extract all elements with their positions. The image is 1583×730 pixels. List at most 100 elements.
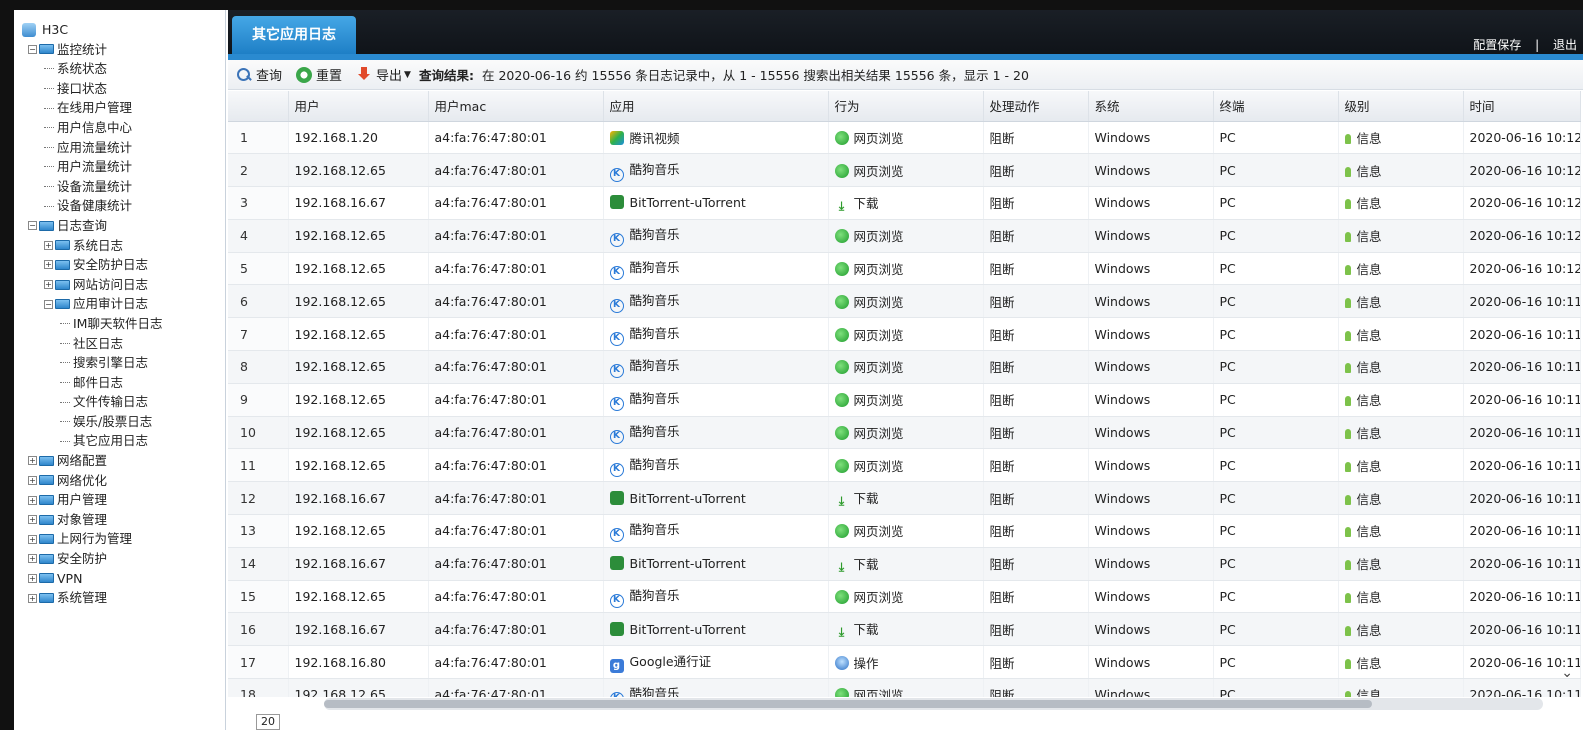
column-header[interactable]: 应用 xyxy=(603,91,829,122)
device-icon xyxy=(22,22,36,37)
sidebar-item[interactable]: + 系统日志 xyxy=(22,236,225,256)
sidebar-item[interactable]: 搜索引擎日志 xyxy=(22,353,225,373)
user-mac-cell: a4:fa:76:47:80:01 xyxy=(428,580,604,614)
expand-toggle-icon[interactable]: − xyxy=(28,221,37,231)
column-header[interactable]: 系统 xyxy=(1088,91,1214,122)
save-config-link[interactable]: 配置保存 xyxy=(1473,38,1521,52)
sidebar-item[interactable]: − 监控统计 xyxy=(22,40,225,60)
user-mac-text: a4:fa:76:47:80:01 xyxy=(434,326,547,342)
sidebar-item[interactable]: 设备流量统计 xyxy=(22,177,225,197)
table-row[interactable]: 18 192.168.12.65 a4:fa:76:47:80:01 K 酷狗音乐 网页浏… xyxy=(228,678,1581,697)
terminal-text: PC xyxy=(1219,457,1236,473)
export-button[interactable]: 导出 xyxy=(356,65,402,84)
column-header[interactable]: 级别 xyxy=(1338,91,1464,122)
sidebar-item[interactable]: + VPN xyxy=(22,569,225,589)
terminal-cell: PC xyxy=(1213,350,1339,384)
sidebar-item[interactable]: + 系统管理 xyxy=(22,588,225,608)
table-row[interactable]: 7 192.168.12.65 a4:fa:76:47:80:01 K 酷狗音乐 网页浏览… xyxy=(228,317,1581,352)
sidebar-item[interactable]: 社区日志 xyxy=(22,334,225,354)
scroll-down-icon[interactable]: ⌄ xyxy=(1561,665,1573,681)
app-cell: K 酷狗音乐 xyxy=(603,153,829,188)
sidebar-item[interactable]: + 安全防护日志 xyxy=(22,255,225,275)
column-header[interactable] xyxy=(228,91,289,122)
table-row[interactable]: 17 192.168.16.80 a4:fa:76:47:80:01 g Google通… xyxy=(228,645,1581,680)
column-header[interactable]: 用户 xyxy=(288,91,429,122)
sidebar-item[interactable]: + 上网行为管理 xyxy=(22,529,225,549)
sidebar-item[interactable]: + 对象管理 xyxy=(22,510,225,530)
expand-toggle-icon[interactable]: − xyxy=(44,299,53,309)
table-row[interactable]: 6 192.168.12.65 a4:fa:76:47:80:01 K 酷狗音乐 网页浏览… xyxy=(228,284,1581,319)
sidebar-item[interactable]: 设备健康统计 xyxy=(22,196,225,216)
row-number-text: 4 xyxy=(240,228,248,244)
sidebar-item[interactable]: + 网络配置 xyxy=(22,451,225,471)
table-row[interactable]: 14 192.168.16.67 a4:fa:76:47:80:01 BitTorre… xyxy=(228,547,1581,581)
expand-toggle-icon[interactable]: + xyxy=(28,456,37,466)
table-row[interactable]: 10 192.168.12.65 a4:fa:76:47:80:01 K 酷狗音乐 网页浏… xyxy=(228,416,1581,450)
expand-toggle-icon[interactable]: + xyxy=(28,534,37,544)
sidebar-item[interactable]: 其它应用日志 xyxy=(22,431,225,451)
table-row[interactable]: 12 192.168.16.67 a4:fa:76:47:80:01 BitTorre… xyxy=(228,481,1581,516)
tree-root[interactable]: H3C xyxy=(22,20,225,40)
sidebar-item[interactable]: 文件传输日志 xyxy=(22,392,225,412)
column-header[interactable]: 处理动作 xyxy=(983,91,1089,122)
table-row[interactable]: 5 192.168.12.65 a4:fa:76:47:80:01 K 酷狗音乐 网页浏览… xyxy=(228,252,1581,286)
user-text: 192.168.12.65 xyxy=(294,293,386,309)
sidebar-item[interactable]: 接口状态 xyxy=(22,79,225,99)
table-row[interactable]: 11 192.168.12.65 a4:fa:76:47:80:01 K 酷狗音乐 网页浏… xyxy=(228,448,1581,483)
table-row[interactable]: 3 192.168.16.67 a4:fa:76:47:80:01 BitTorren… xyxy=(228,186,1581,220)
sidebar-item[interactable]: + 网络优化 xyxy=(22,471,225,491)
query-button[interactable]: 查询 xyxy=(236,65,282,84)
column-header[interactable]: 行为 xyxy=(828,91,984,122)
expand-toggle-icon[interactable]: + xyxy=(44,280,53,290)
sidebar-item[interactable]: 系统状态 xyxy=(22,59,225,79)
table-row[interactable]: 4 192.168.12.65 a4:fa:76:47:80:01 K 酷狗音乐 网页浏览… xyxy=(228,219,1581,253)
sidebar-item[interactable]: − 应用审计日志 xyxy=(22,294,225,314)
sidebar-item[interactable]: 应用流量统计 xyxy=(22,138,225,158)
os-text: Windows xyxy=(1094,457,1151,473)
expand-toggle-icon[interactable]: − xyxy=(28,44,37,54)
table-row[interactable]: 9 192.168.12.65 a4:fa:76:47:80:01 K 酷狗音乐 网页浏览… xyxy=(228,383,1581,417)
sidebar-item[interactable]: + 网站访问日志 xyxy=(22,275,225,295)
table-row[interactable]: 2 192.168.12.65 a4:fa:76:47:80:01 K 酷狗音乐 网页浏览… xyxy=(228,153,1581,188)
time-cell: 2020-06-16 10:12: xyxy=(1463,219,1581,253)
table-row[interactable]: 16 192.168.16.67 a4:fa:76:47:80:01 BitTorre… xyxy=(228,612,1581,647)
scrollbar-thumb[interactable] xyxy=(324,700,1373,708)
expand-toggle-icon[interactable]: + xyxy=(44,240,53,250)
column-header[interactable]: 终端 xyxy=(1213,91,1339,122)
table-row[interactable]: 13 192.168.12.65 a4:fa:76:47:80:01 K 酷狗音乐 网页浏… xyxy=(228,514,1581,548)
logout-link[interactable]: 退出 xyxy=(1553,38,1577,52)
row-number-cell: 4 xyxy=(228,219,289,253)
column-header[interactable]: 用户mac xyxy=(428,91,604,122)
sidebar-item[interactable]: 邮件日志 xyxy=(22,373,225,393)
export-dropdown-icon[interactable]: ▼ xyxy=(404,70,411,80)
expand-toggle-icon[interactable]: + xyxy=(28,573,37,583)
sidebar-item[interactable]: 娱乐/股票日志 xyxy=(22,412,225,432)
user-text: 192.168.12.65 xyxy=(294,392,386,408)
action-cell: 阻断 xyxy=(983,350,1089,384)
sidebar-item[interactable]: + 安全防护 xyxy=(22,549,225,569)
expand-toggle-icon[interactable]: + xyxy=(28,554,37,564)
row-number-cell: 18 xyxy=(228,678,289,697)
expand-toggle-icon[interactable]: + xyxy=(28,515,37,525)
table-row[interactable]: 1 192.168.1.20 a4:fa:76:47:80:01 腾讯视频 网页浏览 阻断… xyxy=(228,121,1581,155)
column-header[interactable]: 时间 xyxy=(1463,91,1581,122)
sidebar-item[interactable]: IM聊天软件日志 xyxy=(22,314,225,334)
user-mac-text: a4:fa:76:47:80:01 xyxy=(434,162,547,178)
table-row[interactable]: 8 192.168.12.65 a4:fa:76:47:80:01 K 酷狗音乐 网页浏览… xyxy=(228,350,1581,384)
sidebar-item[interactable]: 用户流量统计 xyxy=(22,157,225,177)
table-row[interactable]: 15 192.168.12.65 a4:fa:76:47:80:01 K 酷狗音乐 网页浏… xyxy=(228,580,1581,614)
row-number-cell: 12 xyxy=(228,481,289,516)
expand-toggle-icon[interactable]: + xyxy=(44,260,53,270)
expand-toggle-icon[interactable]: + xyxy=(28,475,37,485)
expand-toggle-icon[interactable]: + xyxy=(28,495,37,505)
sidebar-item[interactable]: 用户信息中心 xyxy=(22,118,225,138)
reset-button[interactable]: 重置 xyxy=(296,65,342,84)
sidebar-item[interactable]: 在线用户管理 xyxy=(22,98,225,118)
horizontal-scrollbar[interactable] xyxy=(324,698,1543,710)
sidebar-item[interactable]: − 日志查询 xyxy=(22,216,225,236)
user-mac-cell: a4:fa:76:47:80:01 xyxy=(428,645,604,680)
tab-other-app-log[interactable]: 其它应用日志 xyxy=(232,16,356,54)
page-size-select[interactable]: 20 xyxy=(256,714,280,730)
expand-toggle-icon[interactable]: + xyxy=(28,593,37,603)
sidebar-item[interactable]: + 用户管理 xyxy=(22,490,225,510)
